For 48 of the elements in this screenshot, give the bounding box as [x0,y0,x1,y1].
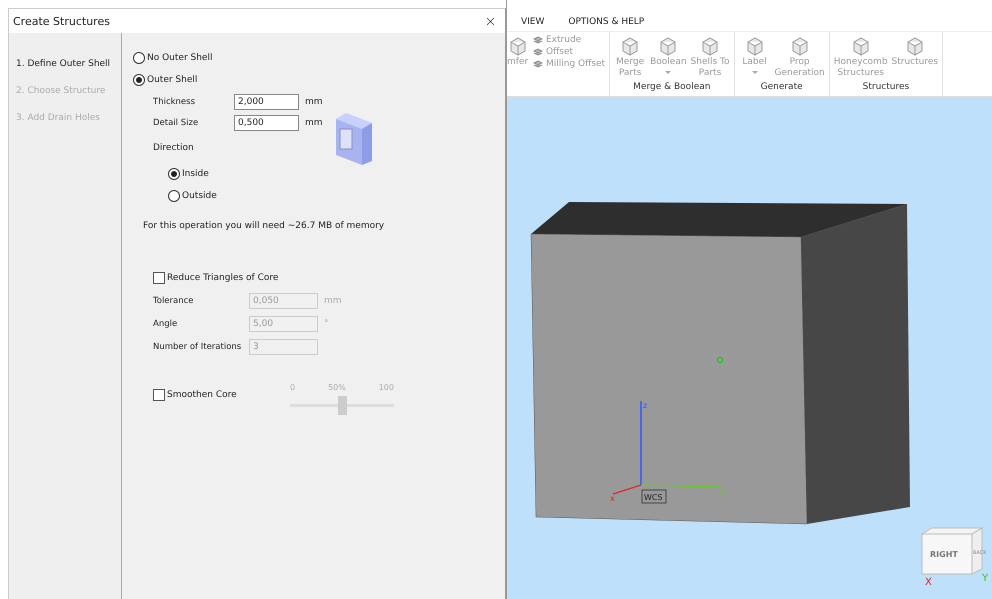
radio-button[interactable] [168,168,180,180]
layer-icon [533,59,543,70]
shell-cube-icon [334,111,374,165]
field-label: Tolerance [153,296,195,306]
direction-label: Direction [153,143,194,153]
field-label: Number of Iterations [153,342,242,352]
radio-label: No Outer Shell [147,53,212,63]
checkbox-label: Reduce Triangles of Core [167,273,278,283]
tick-label: 50% [328,383,346,392]
radio-button[interactable] [133,74,145,86]
axis-label: Y [982,573,988,584]
unit-label: ° [324,318,328,328]
radio-label: Outside [182,191,217,201]
radio-label: Outer Shell [147,75,198,85]
radio-label: Inside [182,169,209,179]
dialog-title: Create Structures [13,14,110,28]
axis-label: X [925,577,932,588]
step-item[interactable]: 1. Define Outer Shell [9,59,121,69]
step-item[interactable]: 3. Add Drain Holes [9,113,121,123]
field-label: Angle [153,318,178,328]
input-field[interactable]: 0,500 [234,114,299,130]
axis-label: y [721,487,726,496]
group-title: Generate [760,82,804,94]
radio-button[interactable] [168,190,180,202]
input-field[interactable]: 2,000 [234,94,299,110]
step-item[interactable]: 2. Choose Structure [9,86,121,96]
layer-icon [533,35,543,46]
tick-label: 0 [290,383,296,392]
group-title: Merge & Boolean [632,82,712,94]
radio-button[interactable] [133,52,145,64]
x-axis [612,484,642,495]
tick-label: 100 [378,383,394,392]
checkbox[interactable] [153,389,165,401]
layer-icon [533,47,543,58]
checkbox-label: Smoothen Core [167,390,237,400]
pivot-point [716,356,724,364]
unit-label: mm [324,296,342,306]
memory-note: For this operation you will need ~26.7 MB of memory [142,221,386,231]
axis-label: z [643,401,648,410]
axis-label: x [610,494,615,503]
unit-label: mm [305,96,323,106]
wcs-label: WCS [644,493,663,502]
unit-label: mm [305,118,323,128]
group-title: Structures [862,82,910,94]
wcs-tag [642,490,666,504]
checkbox[interactable] [153,272,165,284]
field-label: Thickness [153,96,196,106]
field-label: Detail Size [153,118,200,128]
